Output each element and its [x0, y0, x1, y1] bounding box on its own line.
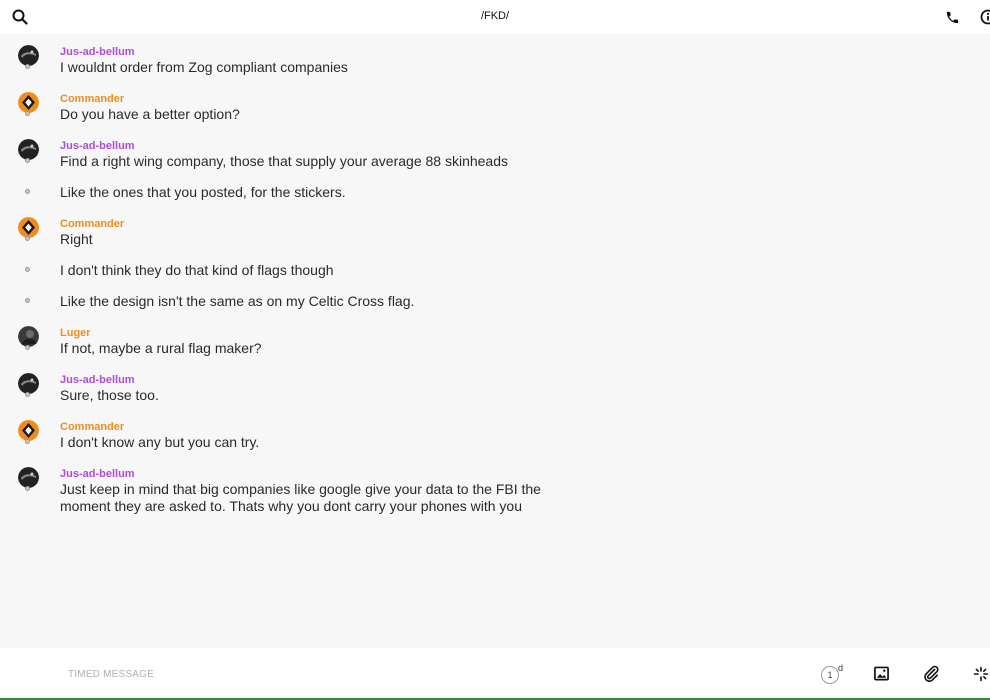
message-input[interactable]: TIMED MESSAGE — [68, 669, 154, 680]
message-group: Jus-ad-bellum Sure, those too. — [0, 373, 990, 404]
timer-button[interactable]: 1 — [821, 666, 839, 684]
conversation-title[interactable]: /FKD/ — [0, 10, 990, 22]
sender-name[interactable]: Jus-ad-bellum — [0, 373, 990, 387]
conversation-header: /FKD/ — [0, 0, 990, 34]
sender-name[interactable]: Jus-ad-bellum — [0, 467, 990, 481]
read-receipt-icon — [25, 64, 30, 69]
sender-name[interactable]: Commander — [0, 420, 990, 434]
message-item[interactable]: Like the design isn't the same as on my … — [0, 293, 990, 310]
message-text: Sure, those too. — [60, 387, 159, 403]
composer-bar: TIMED MESSAGE 1 d — [0, 648, 990, 700]
message-group: Jus-ad-bellum Find a right wing company, … — [0, 139, 990, 201]
message-text: Like the design isn't the same as on my … — [60, 293, 415, 309]
message-text: I don't know any but you can try. — [60, 434, 260, 450]
message-item[interactable]: I don't know any but you can try. — [0, 434, 990, 451]
message-text: Find a right wing company, those that su… — [60, 153, 508, 169]
message-group: Commander Right I don't think they do that… — [0, 217, 990, 310]
message-group: Jus-ad-bellum I wouldnt order from Zog co… — [0, 45, 990, 76]
message-list[interactable]: Their reviews are quite good also.Jus-ad… — [0, 34, 990, 648]
read-receipt-icon — [25, 486, 30, 491]
paperclip-icon[interactable] — [923, 665, 939, 682]
info-icon[interactable] — [980, 9, 990, 25]
message-group: Commander I don't know any but you can tr… — [0, 420, 990, 451]
timer-value: 1 — [827, 670, 833, 680]
sender-name[interactable]: Luger — [0, 326, 990, 340]
sparkle-icon[interactable] — [973, 666, 989, 682]
message-item[interactable]: Find a right wing company, those that su… — [0, 153, 990, 170]
message-item[interactable]: If not, maybe a rural flag maker? — [0, 340, 990, 357]
image-icon[interactable] — [874, 666, 889, 681]
sender-name[interactable]: Jus-ad-bellum — [0, 45, 990, 59]
message-item[interactable]: Do you have a better option? — [0, 106, 990, 123]
read-receipt-icon — [25, 345, 30, 350]
message-group: Jus-ad-bellum Just keep in mind that big … — [0, 467, 990, 515]
message-item[interactable]: Like the ones that you posted, for the s… — [0, 184, 990, 201]
message-text: I wouldnt order from Zog compliant compa… — [60, 59, 348, 75]
sender-name[interactable]: Commander — [0, 217, 990, 231]
message-group: Luger If not, maybe a rural flag maker? — [0, 326, 990, 357]
phone-icon[interactable] — [945, 10, 960, 25]
message-text: Do you have a better option? — [60, 106, 240, 122]
read-receipt-icon — [25, 111, 30, 116]
message-text: Like the ones that you posted, for the s… — [60, 184, 346, 200]
message-text: I don't think they do that kind of flags… — [60, 262, 334, 278]
message-text: If not, maybe a rural flag maker? — [60, 340, 262, 356]
sender-name[interactable]: Commander — [0, 92, 990, 106]
read-receipt-icon — [25, 439, 30, 444]
timer-unit: d — [838, 663, 844, 673]
sender-name[interactable]: Jus-ad-bellum — [0, 139, 990, 153]
read-receipt-icon — [25, 298, 30, 303]
read-receipt-icon — [25, 158, 30, 163]
read-receipt-icon — [25, 392, 30, 397]
message-text: Right — [60, 231, 93, 247]
message-group: Commander Do you have a better option? — [0, 92, 990, 123]
message-item[interactable]: Sure, those too. — [0, 387, 990, 404]
read-receipt-icon — [25, 236, 30, 241]
message-item[interactable]: Right — [0, 231, 990, 248]
read-receipt-icon — [25, 189, 30, 194]
message-text: Just keep in mind that big companies lik… — [60, 481, 541, 514]
message-item[interactable]: I wouldnt order from Zog compliant compa… — [0, 59, 990, 76]
message-item[interactable]: I don't think they do that kind of flags… — [0, 262, 990, 279]
read-receipt-icon — [25, 267, 30, 272]
message-item[interactable]: Just keep in mind that big companies lik… — [0, 481, 560, 515]
